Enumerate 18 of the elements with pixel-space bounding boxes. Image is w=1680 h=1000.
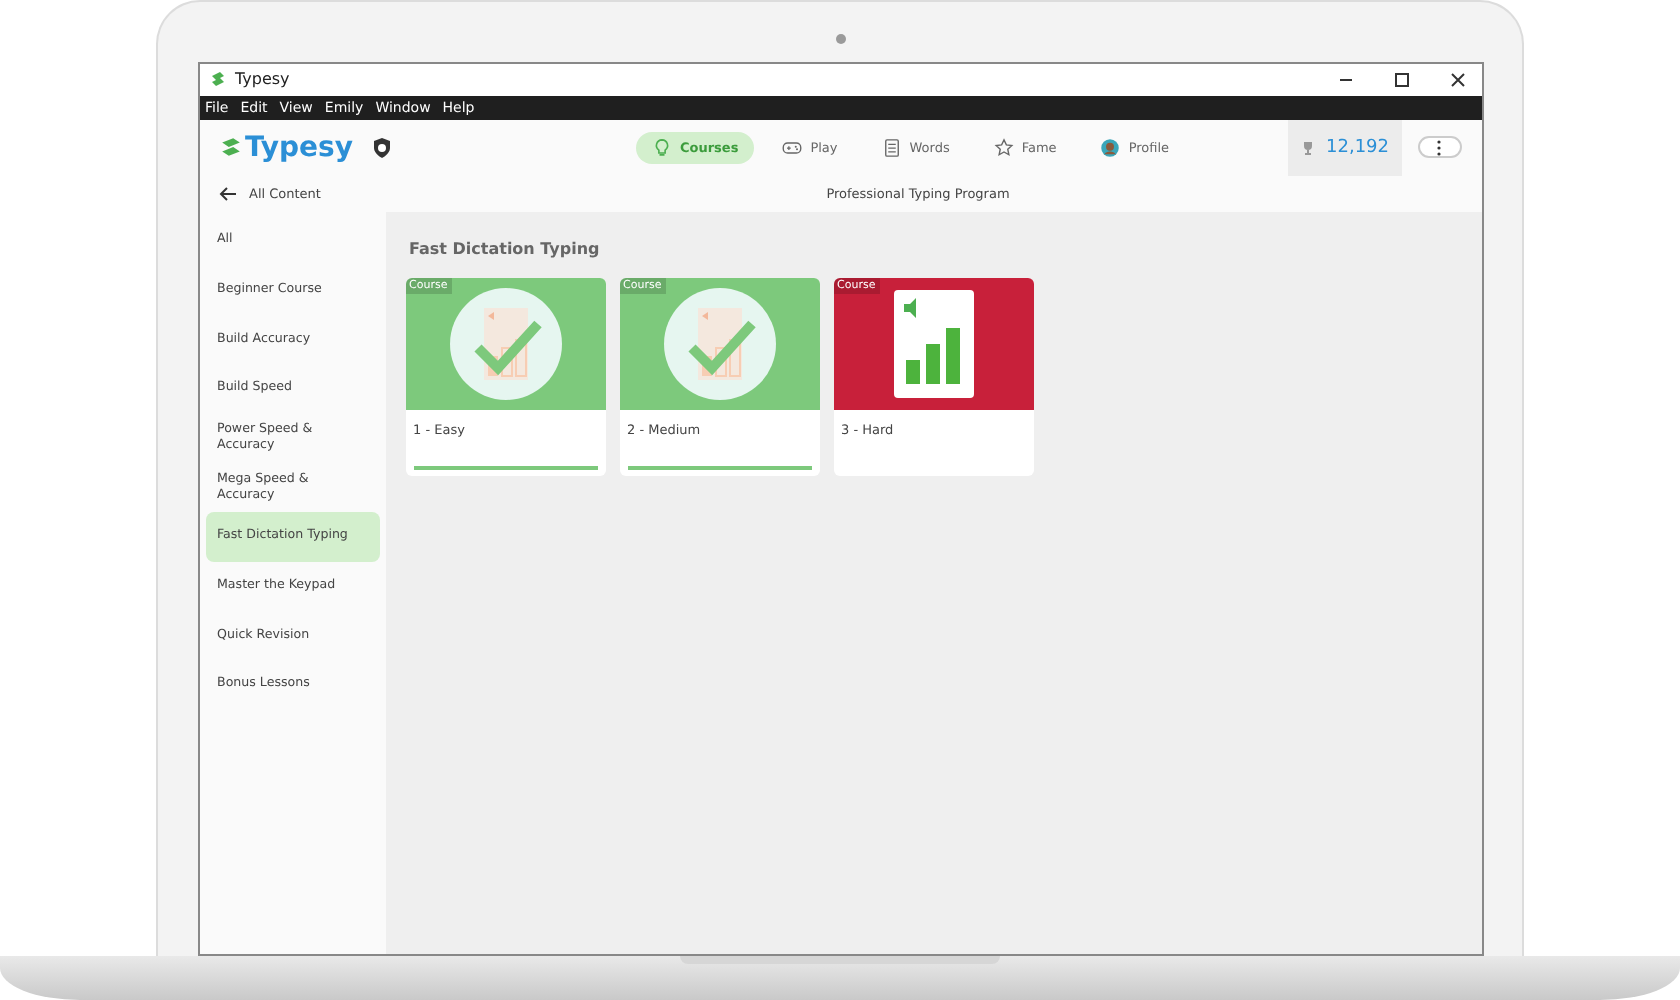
window-title: Typesy bbox=[235, 70, 290, 89]
app-logo-icon bbox=[207, 69, 227, 90]
logo-text: Typesy bbox=[245, 131, 353, 164]
close-icon[interactable] bbox=[1447, 69, 1467, 90]
gamepad-icon bbox=[782, 137, 803, 158]
shield-icon bbox=[369, 135, 393, 160]
points-count: 12,192 bbox=[1326, 137, 1389, 158]
camera-icon bbox=[835, 34, 845, 44]
star-icon bbox=[993, 137, 1014, 158]
list-icon bbox=[881, 137, 902, 158]
section-title: Fast Dictation Typing bbox=[409, 239, 602, 258]
back-arrow-icon bbox=[217, 185, 237, 202]
trophy-icon bbox=[1300, 139, 1316, 156]
logo-icon bbox=[219, 136, 241, 159]
avatar-icon bbox=[1100, 137, 1121, 158]
more-icon bbox=[1436, 139, 1442, 156]
maximize-icon[interactable] bbox=[1391, 69, 1411, 90]
lightbulb-icon bbox=[651, 137, 672, 158]
